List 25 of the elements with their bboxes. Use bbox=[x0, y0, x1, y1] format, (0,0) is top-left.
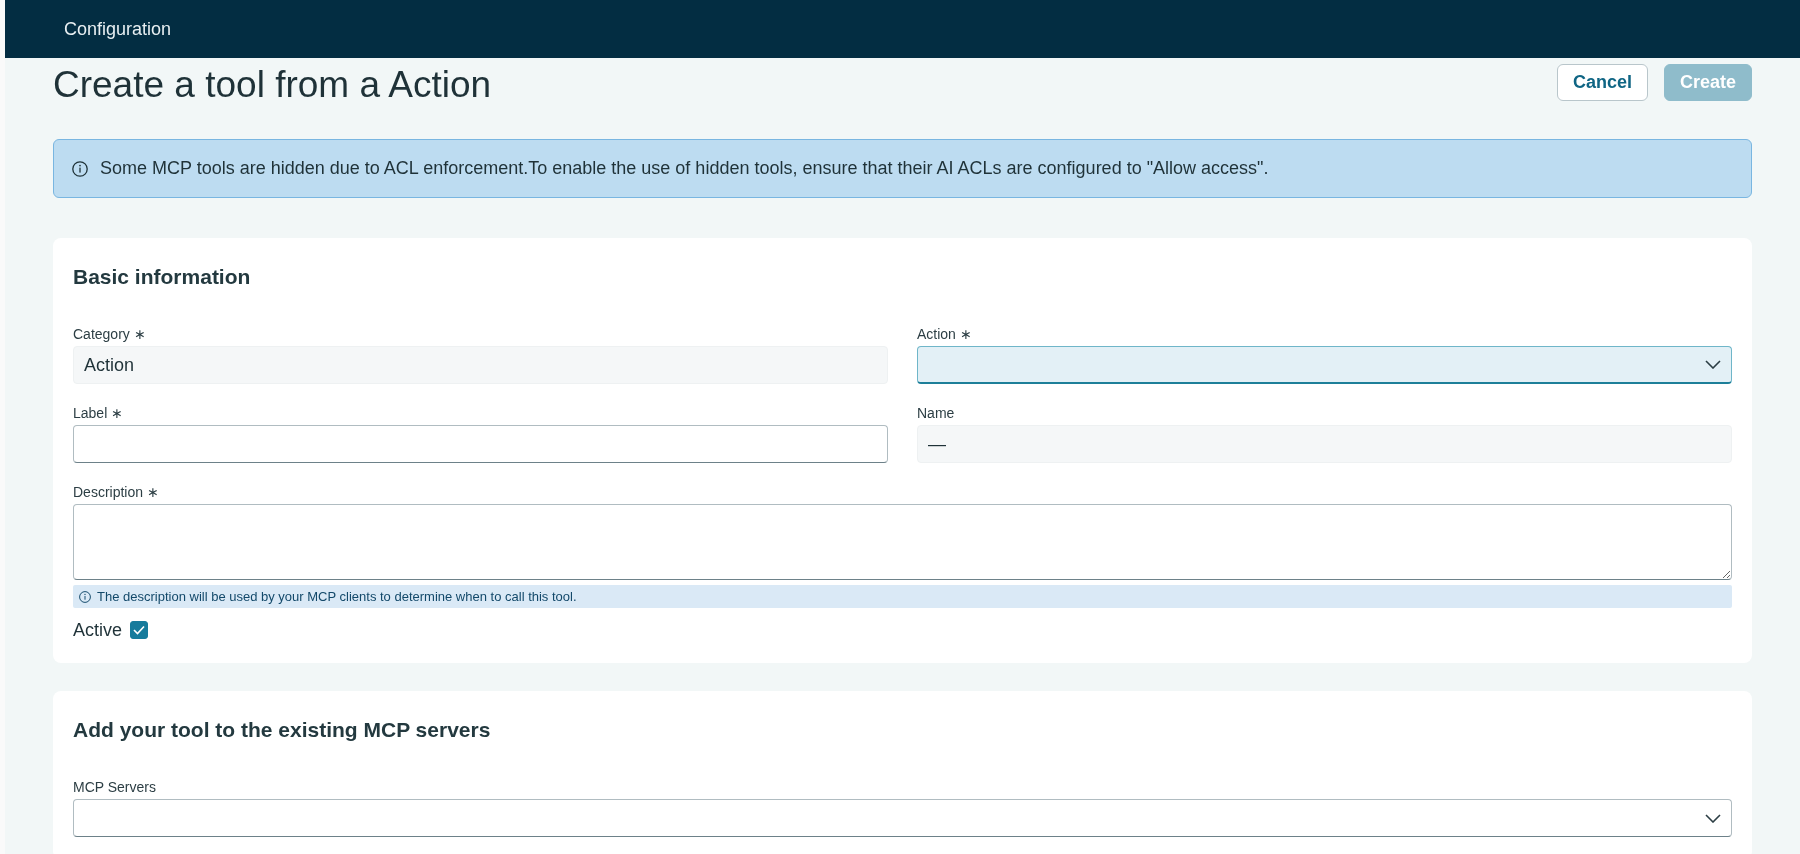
readonly-field: — bbox=[917, 425, 1732, 463]
chevron-down-icon bbox=[1705, 813, 1721, 823]
help-text: The description will be used by your MCP clients to determine when to call this tool. bbox=[97, 587, 577, 606]
info-icon bbox=[79, 590, 91, 603]
checkbox[interactable] bbox=[130, 621, 149, 639]
field-label: Description ∗ bbox=[73, 483, 159, 501]
checkmark-icon bbox=[133, 625, 146, 635]
field-label: Name bbox=[917, 404, 955, 422]
checkbox-label: Active bbox=[73, 619, 123, 641]
alert-text: Some MCP tools are hidden due to ACL enforcement.To enable the use of hidden tools, ensure that their AI ACLs are configured to "Allow access". bbox=[100, 157, 1269, 180]
input-field[interactable] bbox=[73, 425, 888, 463]
readonly-field: Action bbox=[73, 346, 888, 384]
page-title: Create a tool from a Action bbox=[53, 63, 492, 107]
chevron-down-icon bbox=[1705, 360, 1721, 369]
field-label: Label ∗ bbox=[73, 404, 124, 422]
field-label: Action ∗ bbox=[917, 325, 972, 343]
app-title: Configuration bbox=[64, 17, 172, 41]
section-heading: Basic information bbox=[73, 264, 252, 290]
section-heading: Add your tool to the existing MCP servers bbox=[73, 717, 492, 743]
field-label: MCP Servers bbox=[73, 778, 156, 796]
info-icon bbox=[72, 160, 88, 177]
dropdown-field[interactable] bbox=[917, 346, 1732, 384]
cancel-button[interactable]: Cancel bbox=[1556, 64, 1648, 101]
dropdown-field[interactable] bbox=[73, 799, 1732, 837]
field-label: Category ∗ bbox=[73, 325, 146, 343]
